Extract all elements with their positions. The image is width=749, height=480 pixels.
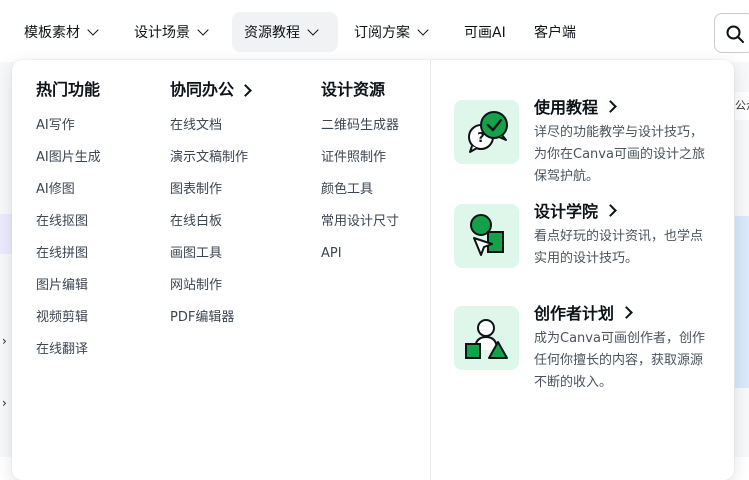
nav-label: 资源教程 xyxy=(244,25,300,41)
nav-label: 客户端 xyxy=(534,25,576,41)
menu-item[interactable]: 在线抠图 xyxy=(36,206,101,238)
chevron-down-icon xyxy=(307,24,319,36)
column-title-text: 协同办公 xyxy=(170,80,235,99)
card-creator-program[interactable]: 创作者计划 成为Canva可画创作者，创作任何你擅长的内容，获取源源不断的收入。 xyxy=(454,304,724,390)
nav-templates[interactable]: 模板素材 xyxy=(12,12,109,52)
nav-label: 可画AI xyxy=(464,25,506,41)
column-design-resources: 设计资源 二维码生成器 证件照制作 颜色工具 常用设计尺寸 API xyxy=(321,78,399,270)
nav-design-scenes[interactable]: 设计场景 xyxy=(122,12,219,52)
menu-item[interactable]: 在线翻译 xyxy=(36,334,101,366)
menu-item[interactable]: 图片编辑 xyxy=(36,270,101,302)
nav-label: 模板素材 xyxy=(24,25,80,41)
column-collaboration: 协同办公 在线文档 演示文稿制作 图表制作 在线白板 画图工具 网站制作 PDF… xyxy=(170,78,252,334)
chevron-right-icon xyxy=(239,83,252,97)
card-title-link[interactable]: 创作者计划 xyxy=(534,300,633,324)
chevron-right-icon xyxy=(604,203,617,217)
chevron-right-icon[interactable]: › xyxy=(2,396,12,410)
column-hot-features: 热门功能 AI写作 AI图片生成 AI修图 在线抠图 在线拼图 图片编辑 视频剪… xyxy=(36,78,101,366)
chevron-right-icon xyxy=(604,99,617,113)
menu-item[interactable]: 在线文档 xyxy=(170,110,250,142)
card-tutorials[interactable]: ? 使用教程 详尽的功能教学与设计技巧，为你在Canva可画的设计之旅保驾护航。 xyxy=(454,98,724,184)
nav-resources[interactable]: 资源教程 xyxy=(232,12,338,52)
menu-item[interactable]: API xyxy=(321,238,399,270)
chevron-down-icon xyxy=(197,24,209,36)
card-description: 详尽的功能教学与设计技巧，为你在Canva可画的设计之旅保驾护航。 xyxy=(534,125,705,184)
column-list: 在线文档 演示文稿制作 图表制作 在线白板 画图工具 网站制作 PDF编辑器 xyxy=(170,110,250,334)
nav-label: 设计场景 xyxy=(134,25,190,41)
nav-label: 订阅方案 xyxy=(354,25,410,41)
column-title-link[interactable]: 协同办公 xyxy=(170,78,252,102)
column-title: 设计资源 xyxy=(321,78,399,102)
menu-item[interactable]: 证件照制作 xyxy=(321,142,399,174)
search-icon xyxy=(726,25,744,43)
menu-item[interactable]: 颜色工具 xyxy=(321,174,399,206)
menu-item[interactable]: 网站制作 xyxy=(170,270,250,302)
menu-item[interactable]: AI图片生成 xyxy=(36,142,101,174)
card-icon-tile: ? xyxy=(454,100,519,164)
card-design-school[interactable]: 设计学院 看点好玩的设计资讯，也学点实用的设计技巧。 xyxy=(454,202,724,274)
background-card xyxy=(0,214,12,254)
menu-item[interactable]: 画图工具 xyxy=(170,238,250,270)
nav-ai[interactable]: 可画AI xyxy=(452,12,518,52)
cursor-shapes-icon xyxy=(470,214,504,256)
chevron-right-icon xyxy=(620,305,633,319)
chevron-down-icon xyxy=(417,24,429,36)
menu-item[interactable]: 在线拼图 xyxy=(36,238,101,270)
column-title-text: 设计资源 xyxy=(321,80,386,99)
background-banner xyxy=(735,216,749,388)
dropdown-divider xyxy=(430,60,431,480)
menu-item[interactable]: 常用设计尺寸 xyxy=(321,206,399,238)
card-title-text: 设计学院 xyxy=(534,202,599,221)
card-description: 看点好玩的设计资讯，也学点实用的设计技巧。 xyxy=(534,229,704,266)
card-title-text: 使用教程 xyxy=(534,98,599,117)
search-button[interactable] xyxy=(714,13,749,53)
card-icon-tile xyxy=(454,204,519,268)
card-description: 成为Canva可画创作者，创作任何你擅长的内容，获取源源不断的收入。 xyxy=(534,331,705,390)
nav-client[interactable]: 客户端 xyxy=(522,12,588,52)
chat-bubbles-icon: ? xyxy=(468,111,508,153)
column-list: AI写作 AI图片生成 AI修图 在线抠图 在线拼图 图片编辑 视频剪辑 在线翻… xyxy=(36,110,101,366)
background-partial-text: 公众 xyxy=(735,92,749,120)
card-icon-tile xyxy=(454,306,519,370)
menu-item[interactable]: PDF编辑器 xyxy=(170,302,250,334)
resources-dropdown: 热门功能 AI写作 AI图片生成 AI修图 在线抠图 在线拼图 图片编辑 视频剪… xyxy=(12,60,734,480)
person-shapes-icon xyxy=(465,319,508,359)
chevron-down-icon xyxy=(87,24,99,36)
card-title-text: 创作者计划 xyxy=(534,304,615,323)
chevron-right-icon[interactable]: › xyxy=(2,334,12,348)
column-title-text: 热门功能 xyxy=(36,80,101,99)
menu-item[interactable]: 在线白板 xyxy=(170,206,250,238)
menu-item[interactable]: 二维码生成器 xyxy=(321,110,399,142)
column-title: 热门功能 xyxy=(36,78,101,102)
menu-item[interactable]: 图表制作 xyxy=(170,174,250,206)
menu-item[interactable]: AI修图 xyxy=(36,174,101,206)
menu-item[interactable]: 演示文稿制作 xyxy=(170,142,250,174)
nav-pricing[interactable]: 订阅方案 xyxy=(342,12,439,52)
menu-item[interactable]: 视频剪辑 xyxy=(36,302,101,334)
card-title-link[interactable]: 设计学院 xyxy=(534,198,617,222)
menu-item[interactable]: AI写作 xyxy=(36,110,101,142)
column-list: 二维码生成器 证件照制作 颜色工具 常用设计尺寸 API xyxy=(321,110,399,270)
card-title-link[interactable]: 使用教程 xyxy=(534,94,617,118)
top-navigation: 模板素材 设计场景 资源教程 订阅方案 可画AI 客户端 xyxy=(0,0,749,62)
